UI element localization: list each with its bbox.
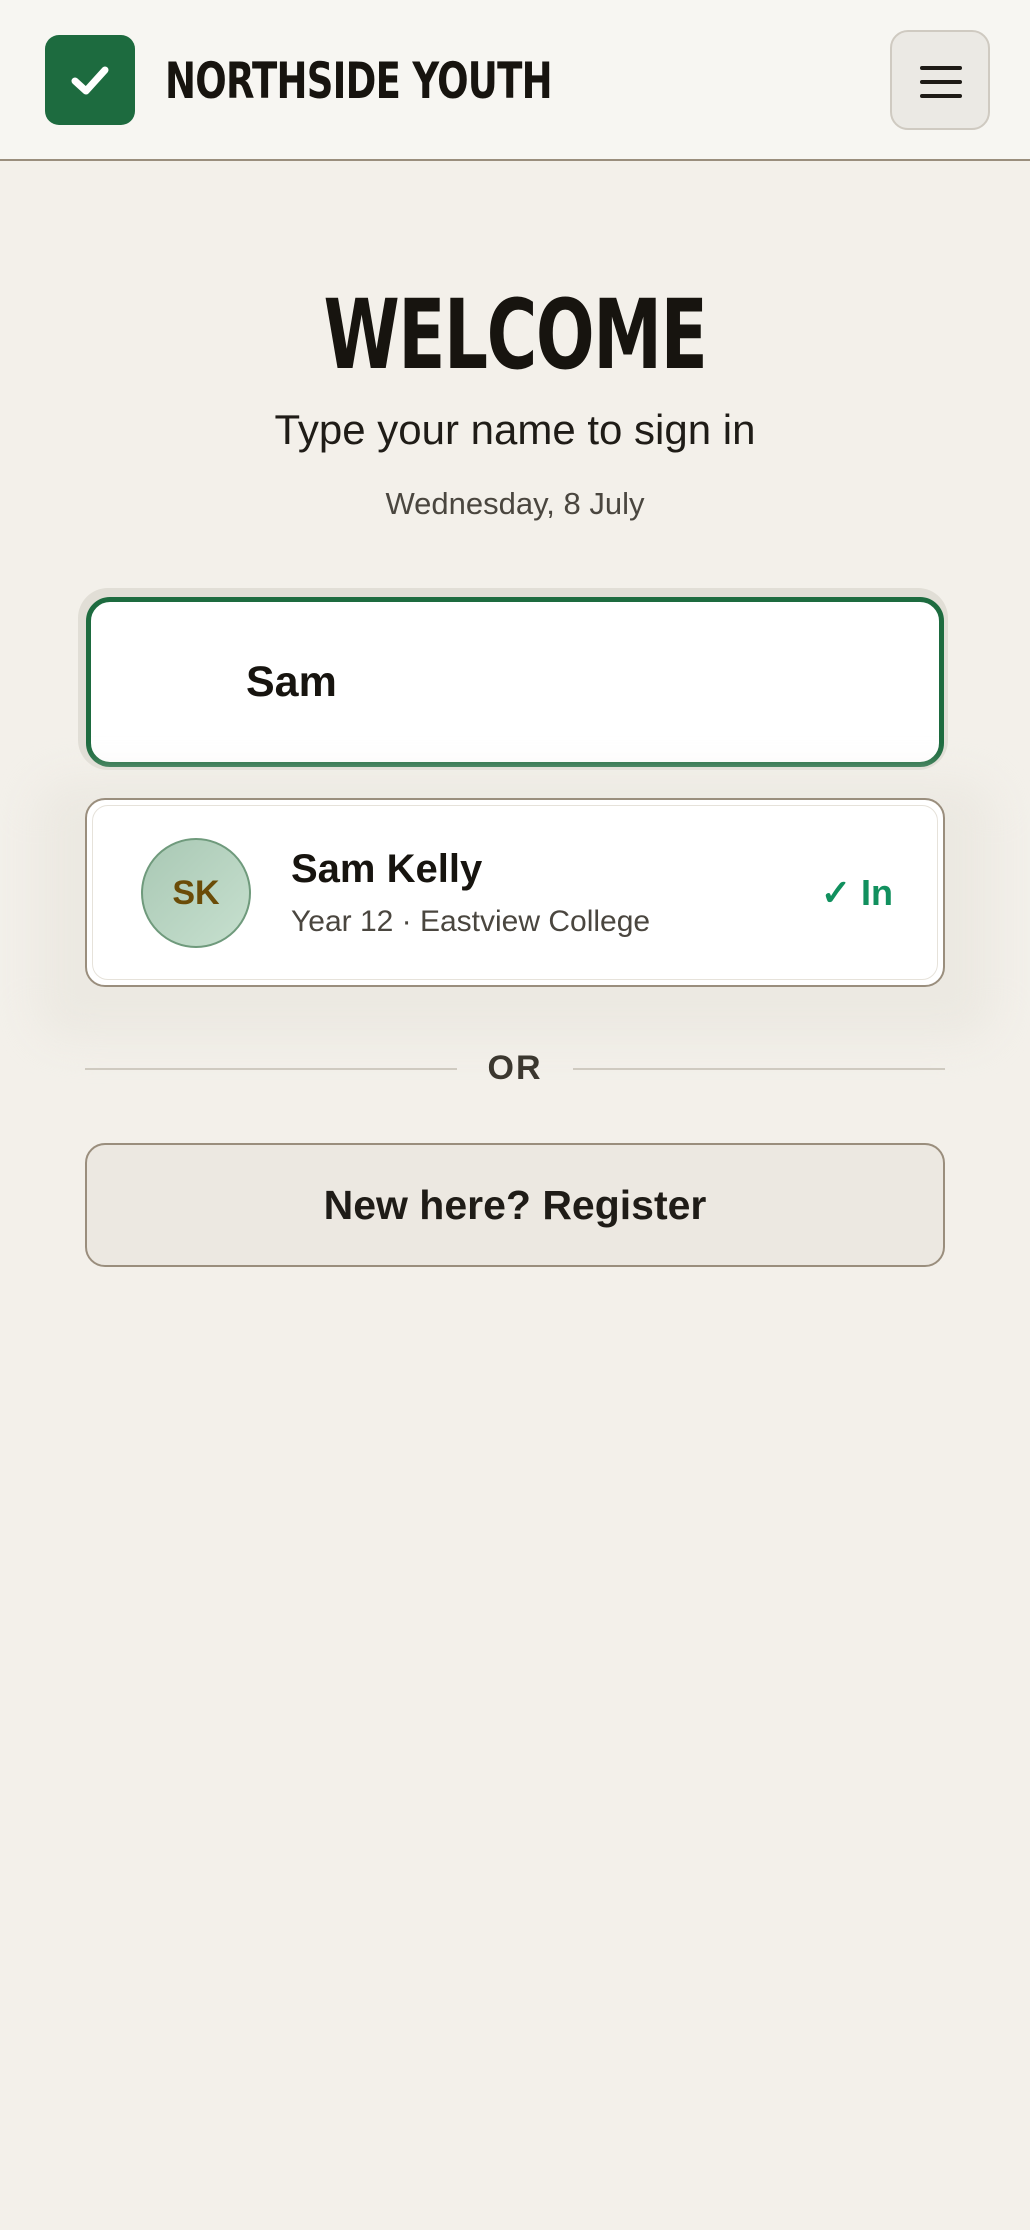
page-title-text: WELCOME [323,279,708,391]
register-button[interactable]: New here? Register [85,1143,945,1267]
hamburger-menu-icon [920,80,962,84]
result-name: Sam Kelly [291,847,483,891]
page-subtitle: Type your name to sign in [274,406,756,453]
hamburger-menu-icon [920,94,962,98]
app-header: NORTHSIDE YOUTH [0,0,1030,161]
divider-label: OR [487,1049,543,1087]
brand-name: NORTHSIDE YOUTH [165,52,553,110]
result-item[interactable]: SK Sam Kelly Year 12 · Eastview College … [85,798,945,987]
hamburger-menu-icon [920,66,962,70]
name-search-input[interactable] [86,597,944,767]
avatar: SK [141,838,251,948]
page-title: WELCOME [0,270,1030,400]
result-meta: Year 12 · Eastview College [291,905,651,938]
check-icon [45,35,135,125]
menu-button[interactable] [890,30,990,130]
status-badge: ✓ In [820,872,893,913]
current-date: Wednesday, 8 July [385,486,645,521]
